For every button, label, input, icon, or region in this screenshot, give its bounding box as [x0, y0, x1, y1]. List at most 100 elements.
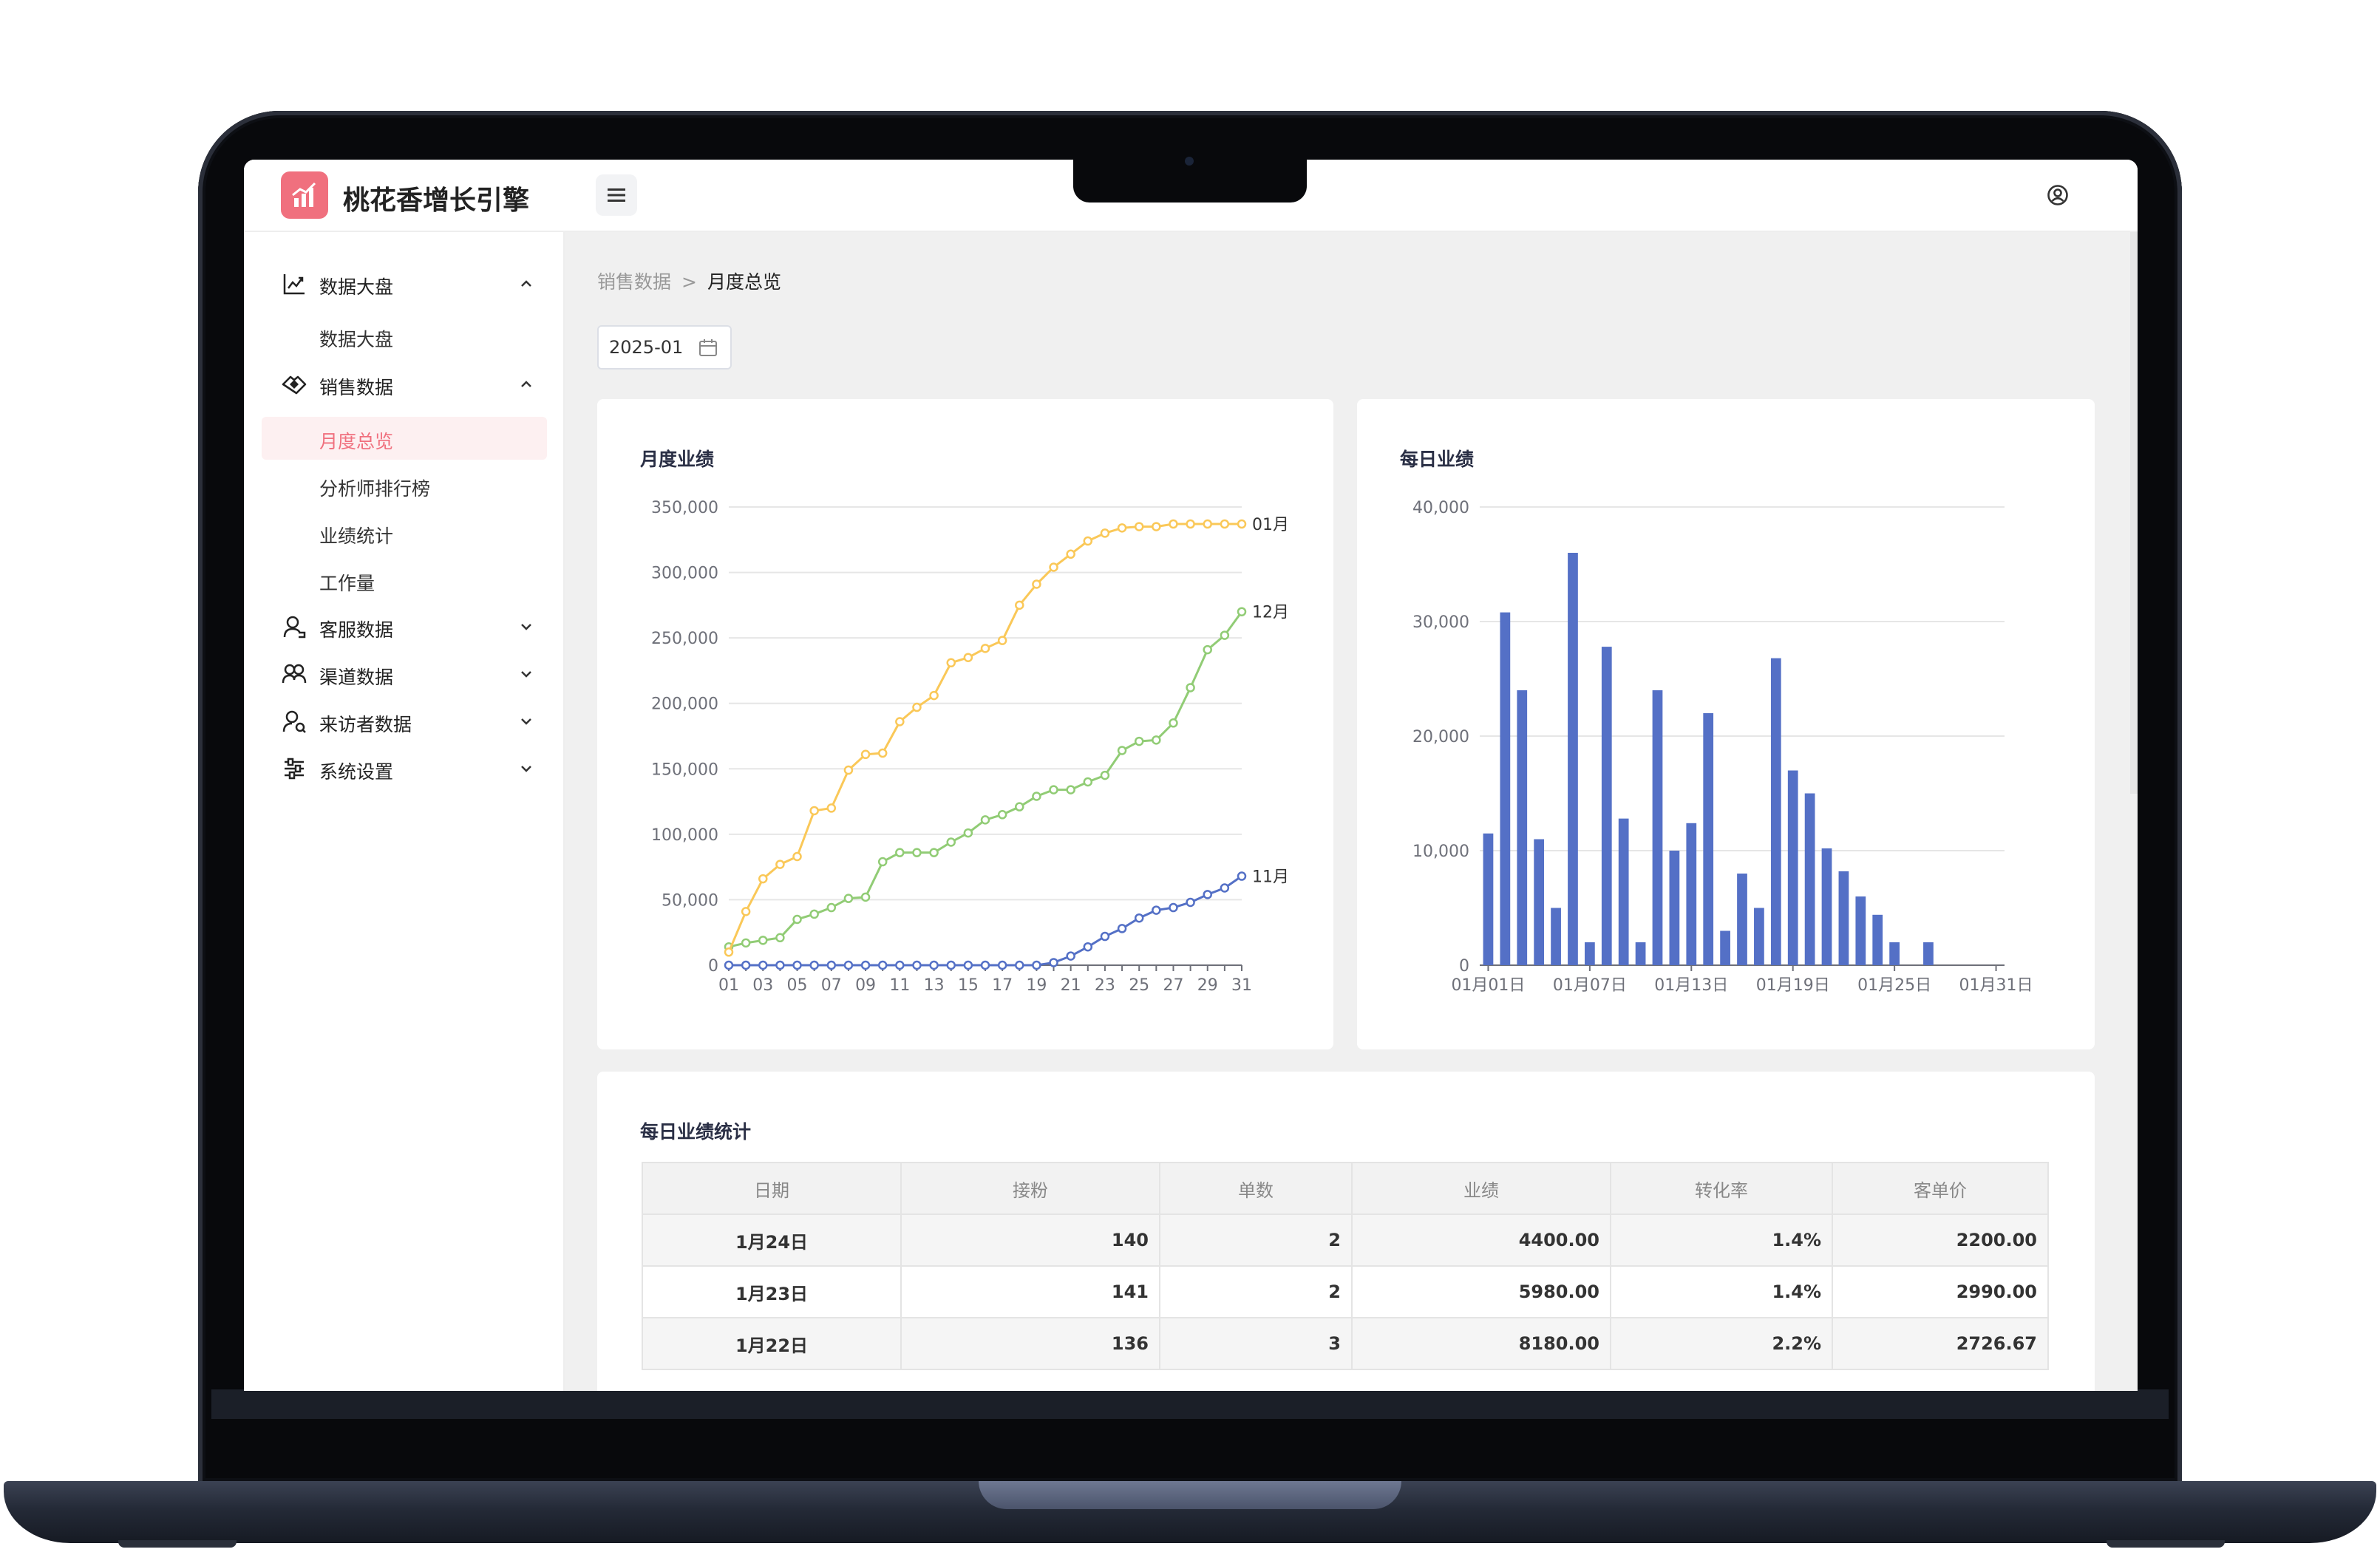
- sidebar: 数据大盘 数据大盘 销售数据 月度总览 分析师排行榜 业绩统计 工作量 客服数据…: [244, 232, 565, 1391]
- data-point: [843, 765, 854, 775]
- data-point: [1049, 958, 1058, 967]
- data-point: [860, 960, 871, 970]
- data-point: [1152, 905, 1161, 915]
- table-row[interactable]: 1月23日 141 2 5980.00 1.4% 2990.00: [642, 1265, 2049, 1318]
- data-point: [963, 828, 973, 838]
- visitor-icon: [281, 708, 307, 735]
- data-point: [912, 848, 922, 857]
- breadcrumb-current: 月度总览: [707, 271, 781, 293]
- sidebar-item-analyst-ranking[interactable]: 分析师排行榜: [262, 464, 547, 507]
- cell-avg-order-value: 2726.67: [1832, 1317, 2049, 1370]
- bar: [1568, 553, 1578, 965]
- nav-group-sales[interactable]: 销售数据: [244, 362, 563, 406]
- cell-followers: 140: [900, 1214, 1160, 1267]
- y-tick-label: 50,000: [662, 891, 718, 910]
- data-point: [1237, 607, 1247, 616]
- monthly-performance-card: 月度业绩 0 50,000 100,000 150,000 200,000 250,000…: [597, 399, 1333, 1049]
- data-point: [963, 960, 973, 970]
- nav-group-dashboard[interactable]: 数据大盘: [244, 262, 563, 306]
- cell-avg-order-value: 2990.00: [1832, 1265, 2049, 1318]
- nav-group-customer-service[interactable]: 客服数据: [244, 605, 563, 649]
- cell-performance: 4400.00: [1351, 1214, 1611, 1267]
- column-header-date[interactable]: 日期: [642, 1162, 902, 1215]
- cell-date: 1月24日: [642, 1214, 902, 1267]
- data-point: [1049, 785, 1058, 794]
- breadcrumb-parent-link[interactable]: 销售数据: [597, 271, 671, 293]
- data-point: [877, 960, 888, 970]
- data-point: [1220, 630, 1230, 640]
- table-row[interactable]: 1月24日 140 2 4400.00 1.4% 2200.00: [642, 1214, 2049, 1267]
- data-point: [997, 810, 1007, 820]
- data-point: [1032, 792, 1041, 801]
- data-point: [963, 653, 973, 662]
- users-icon: [281, 661, 307, 687]
- y-tick-label: 0: [1459, 957, 1469, 976]
- data-point: [1169, 718, 1178, 728]
- data-point: [1032, 960, 1041, 970]
- data-point: [1152, 522, 1161, 531]
- daily-stats-title: 每日业绩统计: [640, 1121, 752, 1143]
- column-header-followers[interactable]: 接粉: [900, 1162, 1160, 1215]
- y-tick-label: 350,000: [651, 499, 718, 517]
- bar: [1855, 896, 1866, 965]
- column-header-orders[interactable]: 单数: [1159, 1162, 1353, 1215]
- data-point: [741, 960, 751, 970]
- column-header-performance[interactable]: 业绩: [1351, 1162, 1611, 1215]
- daily-stats-card: 每日业绩统计 日期 接粉 单数 业绩 转化率 客单价 1月24日 140 2 4…: [597, 1072, 2095, 1391]
- data-point: [1169, 519, 1178, 529]
- x-tick-label: 05: [787, 976, 808, 995]
- y-tick-label: 200,000: [651, 695, 718, 714]
- nav-group-system-settings[interactable]: 系统设置: [244, 746, 563, 791]
- nav-group-channel[interactable]: 渠道数据: [244, 652, 563, 696]
- data-point: [1066, 785, 1075, 794]
- data-point: [1152, 735, 1161, 745]
- data-point: [758, 936, 768, 945]
- nav-group-visitor[interactable]: 来访者数据: [244, 699, 563, 743]
- screen: 桃花香增长引擎 数据大盘 数据大盘 销售数据 月度总览 分析师排行榜 业绩统计 …: [244, 160, 2138, 1391]
- laptop-foot-right: [2107, 1540, 2225, 1548]
- app-title: 桃花香增长引擎: [343, 186, 530, 216]
- data-point: [1134, 522, 1144, 531]
- bar: [1686, 823, 1697, 965]
- data-point: [826, 803, 837, 813]
- data-point: [1100, 528, 1110, 538]
- column-header-avg-order-value[interactable]: 客单价: [1832, 1162, 2049, 1215]
- bar: [1838, 871, 1849, 965]
- laptop-opening-notch: [979, 1481, 1401, 1509]
- data-point: [724, 947, 734, 957]
- column-header-conversion-rate[interactable]: 转化率: [1610, 1162, 1833, 1215]
- data-point: [1186, 897, 1195, 908]
- data-point: [1083, 777, 1093, 787]
- table-row[interactable]: 1月22日 136 3 8180.00 2.2% 2726.67: [642, 1317, 2049, 1370]
- data-point: [1203, 519, 1212, 529]
- app-logo: [281, 171, 328, 219]
- menu-toggle-button[interactable]: [596, 174, 637, 216]
- x-tick-label: 03: [752, 976, 773, 995]
- data-point: [775, 960, 785, 970]
- bar: [1669, 851, 1680, 965]
- cell-performance: 8180.00: [1351, 1317, 1611, 1370]
- line-chart-icon: [281, 270, 307, 297]
- cell-followers: 136: [900, 1317, 1160, 1370]
- month-picker[interactable]: 2025-01: [597, 325, 732, 370]
- cell-orders: 3: [1159, 1317, 1353, 1370]
- month-picker-value: 2025-01: [609, 337, 684, 358]
- sidebar-item-workload[interactable]: 工作量: [262, 559, 547, 602]
- data-point: [843, 960, 854, 970]
- bar: [1551, 908, 1561, 965]
- main-content: 销售数据 > 月度总览 2025-01 月度业绩 0 50,000 100,000 150…: [565, 232, 2138, 1391]
- x-tick-label: 23: [1095, 976, 1115, 995]
- sidebar-item-monthly-overview[interactable]: 月度总览: [262, 417, 547, 460]
- data-point: [1117, 523, 1127, 533]
- daily-bar-chart: 0 10,000 20,000 30,000 40,000 01月01日 01月07日 01月…: [1412, 499, 2033, 995]
- scrollbar[interactable]: [2130, 232, 2138, 794]
- data-point: [980, 644, 990, 653]
- sidebar-item-dashboard[interactable]: 数据大盘: [262, 315, 547, 358]
- logo-chart-icon: [292, 182, 316, 207]
- user-account-button[interactable]: [2041, 179, 2074, 211]
- cell-performance: 5980.00: [1351, 1265, 1611, 1318]
- data-point: [1134, 913, 1144, 923]
- series-end-label: 11月: [1252, 868, 1289, 887]
- sidebar-item-performance-stats[interactable]: 业绩统计: [262, 511, 547, 554]
- breadcrumb-separator: >: [681, 271, 697, 293]
